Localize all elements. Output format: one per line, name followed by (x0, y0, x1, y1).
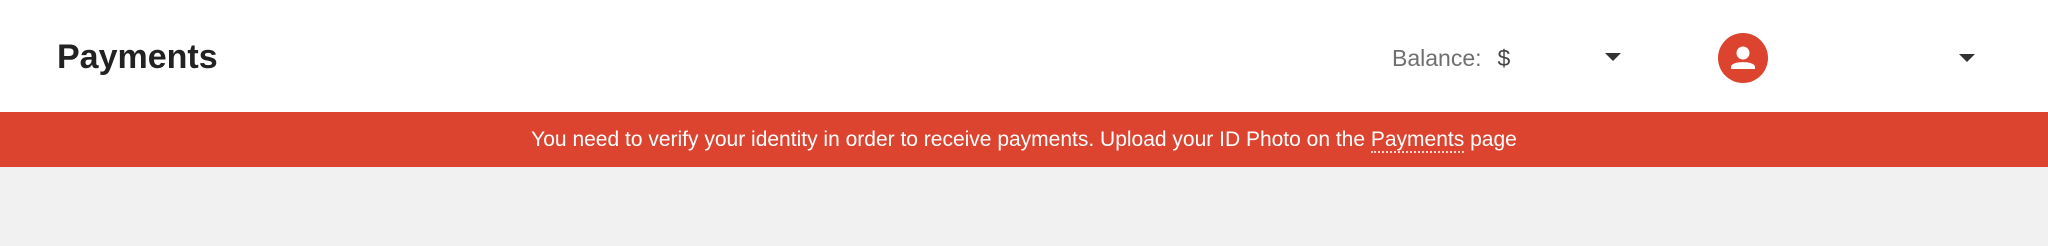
user-icon[interactable] (1718, 33, 1768, 83)
top-header: Payments Balance: $ (0, 0, 2048, 112)
payments-page-link[interactable]: Payments (1370, 127, 1465, 153)
balance-label: Balance: (1392, 44, 1482, 71)
verification-alert-banner: You need to verify your identity in orde… (0, 112, 2048, 167)
content-area (0, 167, 2048, 246)
balance-selector[interactable]: Balance: $ (1392, 40, 1510, 76)
alert-text: You need to verify your identity in orde… (531, 127, 1517, 153)
balance-value: $ (1497, 44, 1511, 71)
page-title: Payments (57, 38, 218, 76)
caret-down-icon[interactable] (1605, 53, 1621, 61)
alert-text-after: page (1464, 127, 1517, 151)
user-menu-caret-icon[interactable] (1959, 54, 1975, 62)
alert-text-before: You need to verify your identity in orde… (531, 127, 1371, 151)
